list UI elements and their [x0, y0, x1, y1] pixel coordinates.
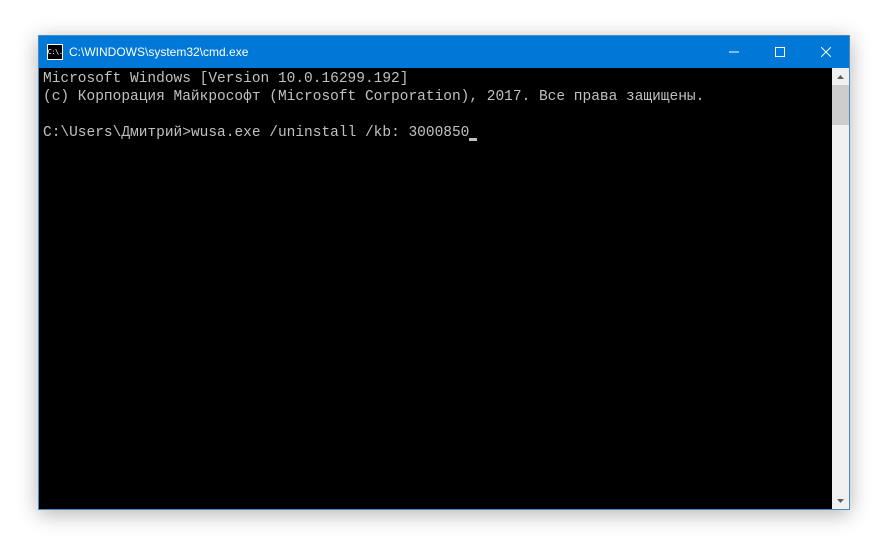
window-title: C:\WINDOWS\system32\cmd.exe — [69, 45, 711, 59]
window-controls — [711, 36, 849, 68]
prompt: C:\Users\Дмитрий> — [43, 125, 191, 141]
maximize-button[interactable] — [757, 36, 803, 68]
copyright-line: (c) Корпорация Майкрософт (Microsoft Cor… — [43, 89, 704, 105]
close-icon — [821, 47, 831, 57]
console-output[interactable]: Microsoft Windows [Version 10.0.16299.19… — [39, 68, 832, 509]
chevron-up-icon — [837, 75, 844, 79]
scroll-down-button[interactable] — [832, 492, 849, 509]
scroll-thumb[interactable] — [832, 85, 849, 125]
scroll-up-button[interactable] — [832, 68, 849, 85]
minimize-button[interactable] — [711, 36, 757, 68]
chevron-down-icon — [837, 499, 844, 503]
console-area: Microsoft Windows [Version 10.0.16299.19… — [39, 68, 849, 509]
version-line: Microsoft Windows [Version 10.0.16299.19… — [43, 71, 408, 87]
cursor — [469, 138, 477, 141]
cmd-icon: C:\. — [47, 44, 63, 60]
close-button[interactable] — [803, 36, 849, 68]
titlebar[interactable]: C:\. C:\WINDOWS\system32\cmd.exe — [39, 36, 849, 68]
cmd-window: C:\. C:\WINDOWS\system32\cmd.exe Microso… — [38, 35, 850, 510]
maximize-icon — [775, 47, 785, 57]
command-input[interactable]: wusa.exe /uninstall /kb: 3000850 — [191, 125, 469, 141]
vertical-scrollbar[interactable] — [832, 68, 849, 509]
minimize-icon — [729, 47, 739, 57]
scroll-track[interactable] — [832, 85, 849, 492]
